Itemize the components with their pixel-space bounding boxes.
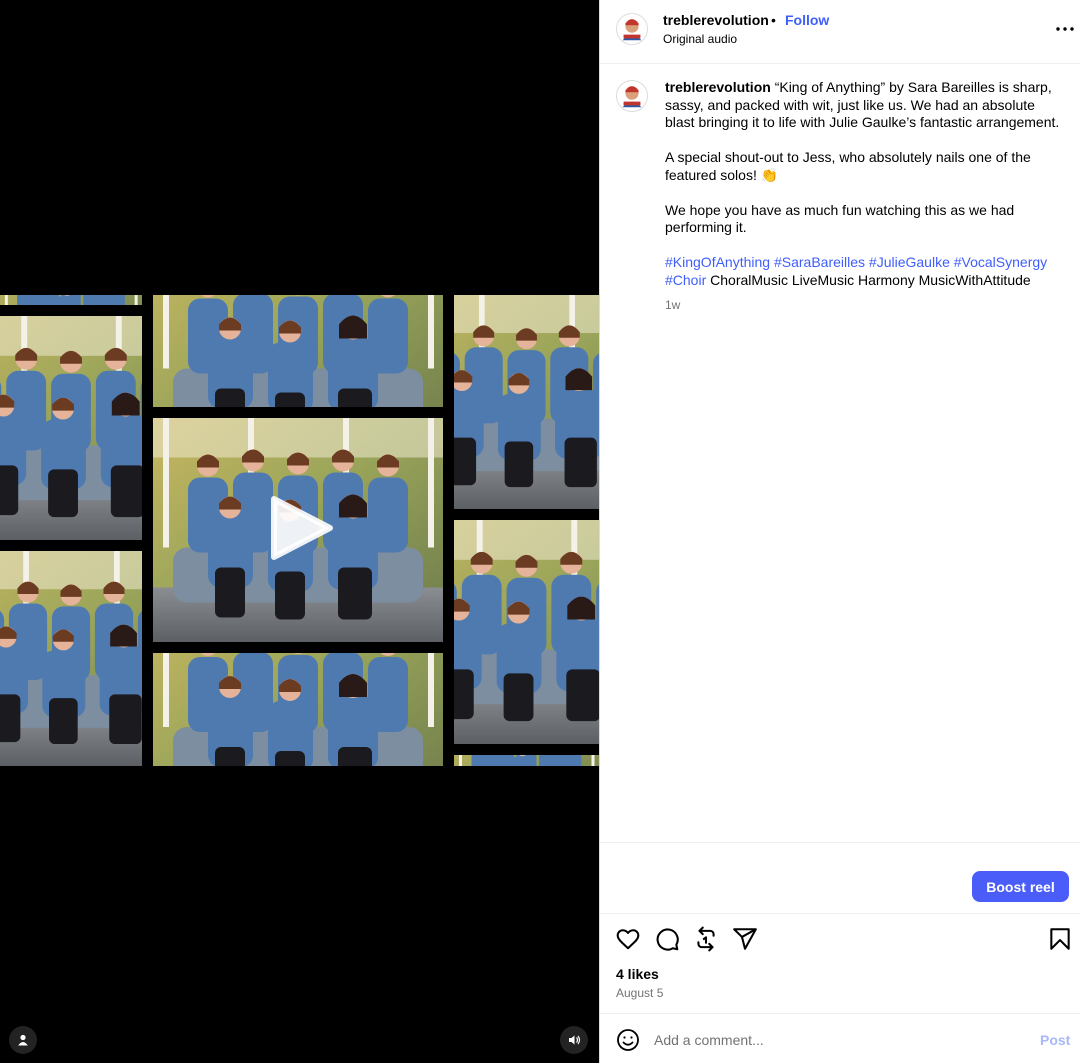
user-tag-icon[interactable] (9, 1026, 37, 1054)
boost-reel-button[interactable]: Boost reel (972, 871, 1069, 902)
caption-timestamp[interactable]: 1w (665, 297, 1060, 315)
caption-section: treblerevolution “King of Anything” by S… (600, 64, 1080, 842)
comment-input[interactable] (654, 1026, 1014, 1054)
hashtag-link[interactable]: #SaraBareilles (774, 254, 865, 270)
audio-link[interactable]: Original audio (663, 32, 737, 46)
hashtag-link[interactable]: #KingOfAnything (665, 254, 770, 270)
video-player[interactable] (0, 0, 599, 1063)
heart-icon[interactable] (615, 926, 641, 952)
caption-text: treblerevolution “King of Anything” by S… (665, 79, 1060, 314)
caption-username[interactable]: treblerevolution (665, 79, 771, 95)
post-header: treblerevolution • Follow Original audio (600, 0, 1080, 64)
repost-icon[interactable] (693, 926, 719, 952)
hashtag-link[interactable]: #Choir (665, 272, 706, 288)
post-date: August 5 (616, 986, 664, 1000)
video-tile (0, 295, 142, 305)
comment-icon[interactable] (654, 926, 680, 952)
hashtag-link[interactable]: #JulieGaulke (869, 254, 950, 270)
hashtag-link[interactable]: #VocalSynergy (954, 254, 1047, 270)
likes-count[interactable]: 4 likes (616, 966, 659, 982)
plain-tags: ChoralMusic LiveMusic Harmony MusicWithA… (710, 271, 1031, 288)
post-details-panel: treblerevolution • Follow Original audio… (599, 0, 1080, 1063)
comment-bar: Post (600, 1013, 1080, 1063)
send-icon[interactable] (732, 926, 758, 952)
video-tile (454, 755, 599, 766)
volume-icon[interactable] (560, 1026, 588, 1054)
avatar[interactable] (616, 80, 648, 112)
caption-hashtags: #KingOfAnything #SaraBareilles #JulieGau… (665, 254, 1060, 289)
video-tile (0, 551, 142, 766)
video-tile (454, 520, 599, 744)
video-tile (153, 295, 443, 407)
reel-viewer: treblerevolution • Follow Original audio… (0, 0, 1080, 1063)
more-options-icon[interactable] (1053, 17, 1077, 41)
boost-section: Boost reel (600, 842, 1080, 914)
caption-paragraph: We hope you have as much fun watching th… (665, 201, 1015, 236)
separator-dot: • (771, 12, 776, 28)
avatar[interactable] (616, 13, 648, 45)
post-comment-button[interactable]: Post (1040, 1032, 1070, 1048)
emoji-icon[interactable] (616, 1028, 640, 1052)
caption-paragraph: A special shout-out to Jess, who absolut… (665, 149, 1031, 183)
video-tile (454, 295, 599, 509)
play-icon[interactable] (270, 495, 334, 561)
bookmark-icon[interactable] (1047, 926, 1073, 952)
header-username[interactable]: treblerevolution (663, 12, 769, 28)
follow-button[interactable]: Follow (785, 12, 829, 28)
action-bar (600, 914, 1080, 964)
video-tile (153, 653, 443, 766)
video-tile (0, 316, 142, 540)
